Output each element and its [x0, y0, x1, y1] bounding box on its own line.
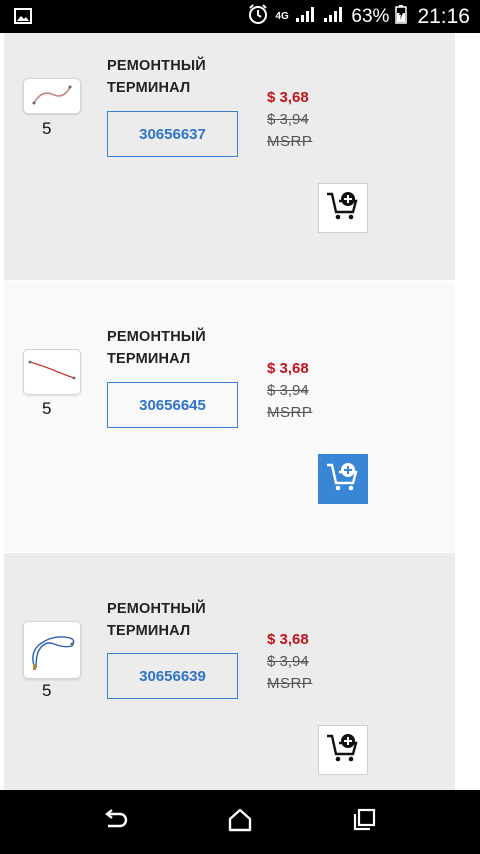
part-number-button[interactable]: 30656637	[107, 111, 238, 157]
clock: 21:16	[417, 4, 470, 28]
product-card: 5 РЕМОНТНЫЙ ТЕРМИНАЛ 30656639 $ 3,68 $ 3…	[4, 553, 455, 790]
add-to-cart-icon	[326, 732, 360, 769]
add-to-cart-button[interactable]	[318, 725, 368, 775]
signal-icon-sim2	[323, 5, 345, 28]
battery-percent: 63%	[351, 5, 390, 27]
wire-terminal-image[interactable]	[23, 349, 81, 395]
add-to-cart-button[interactable]	[318, 183, 368, 233]
part-number-button[interactable]: 30656645	[107, 382, 238, 428]
msrp-label: MSRP	[267, 675, 313, 692]
add-to-cart-icon	[326, 461, 360, 498]
product-list: 5 РЕМОНТНЫЙ ТЕРМИНАЛ 30656637 $ 3,68 $ 3…	[0, 33, 480, 790]
status-bar: 4G 63% 21:16	[0, 0, 480, 33]
home-icon	[227, 808, 253, 837]
msrp-label: MSRP	[267, 133, 313, 150]
network-type-label: 4G	[275, 10, 289, 22]
recents-button[interactable]	[350, 808, 378, 836]
product-card: 5 РЕМОНТНЫЙ ТЕРМИНАЛ 30656645 $ 3,68 $ 3…	[4, 281, 455, 552]
system-nav-bar	[0, 790, 480, 854]
msrp-label: MSRP	[267, 404, 313, 421]
price: $ 3,68	[267, 631, 309, 648]
recents-icon	[352, 808, 376, 837]
wire-terminal-image[interactable]	[23, 621, 81, 679]
quantity-label: 5	[42, 119, 52, 138]
back-icon	[103, 808, 129, 837]
product-title: РЕМОНТНЫЙ ТЕРМИНАЛ	[107, 329, 206, 367]
old-price: $ 3,94	[267, 382, 309, 399]
old-price: $ 3,94	[267, 653, 309, 670]
price: $ 3,68	[267, 360, 309, 377]
alarm-icon	[247, 3, 269, 30]
part-number-button[interactable]: 30656639	[107, 653, 238, 699]
back-button[interactable]	[102, 808, 130, 836]
gallery-notification-icon	[14, 8, 32, 29]
product-title: РЕМОНТНЫЙ ТЕРМИНАЛ	[107, 58, 206, 96]
product-card: 5 РЕМОНТНЫЙ ТЕРМИНАЛ 30656637 $ 3,68 $ 3…	[4, 33, 455, 280]
quantity-label: 5	[42, 399, 52, 418]
home-button[interactable]	[226, 808, 254, 836]
signal-icon	[295, 5, 317, 28]
price: $ 3,68	[267, 89, 309, 106]
product-title: РЕМОНТНЫЙ ТЕРМИНАЛ	[107, 601, 206, 639]
wire-terminal-image[interactable]	[23, 78, 81, 114]
add-to-cart-icon	[326, 190, 360, 227]
quantity-label: 5	[42, 681, 52, 700]
battery-charging-icon	[395, 4, 408, 29]
old-price: $ 3,94	[267, 111, 309, 128]
add-to-cart-button[interactable]	[318, 454, 368, 504]
